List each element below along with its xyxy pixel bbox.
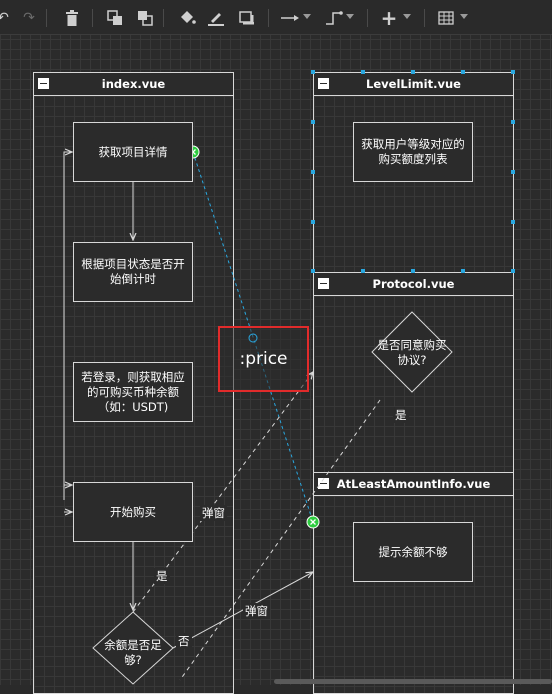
process-label: 若登录，则获取相应的可购买币种余额（如：USDT) (81, 369, 185, 414)
process-label: 提示余额不够 (378, 544, 448, 559)
edge-label-popup: 弹窗 (243, 603, 270, 619)
process-start-buy[interactable]: 开始购买 (73, 482, 193, 542)
decision-label-agree: 是否同意购买协议? (377, 338, 447, 367)
price-annotation-label: :price (239, 349, 288, 369)
process-level-list[interactable]: 获取用户等级对应的购买额度列表 (353, 122, 473, 182)
edge-waypoint-icon[interactable] (247, 332, 259, 344)
edge-label-popup: 弹窗 (200, 505, 227, 521)
process-label: 获取用户等级对应的购买额度列表 (361, 137, 465, 166)
edge-agree-yes[interactable] (179, 399, 381, 681)
edge-label-yes: 是 (154, 568, 170, 584)
edge-label-yes: 是 (393, 407, 409, 423)
process-login-balance[interactable]: 若登录，则获取相应的可购买币种余额（如：USDT) (73, 362, 193, 422)
decision-label-enough: 余额是否足够? (104, 638, 162, 667)
process-countdown[interactable]: 根据项目状态是否开始倒计时 (73, 242, 193, 302)
process-get-detail[interactable]: 获取项目详情 (73, 122, 193, 182)
process-label: 开始购买 (110, 504, 156, 519)
edge-loop-to-detail[interactable] (63, 152, 72, 500)
horizontal-scrollbar[interactable] (274, 679, 552, 684)
process-label: 获取项目详情 (98, 144, 168, 159)
process-label: 根据项目状态是否开始倒计时 (81, 257, 185, 286)
process-not-enough[interactable]: 提示余额不够 (353, 522, 473, 582)
price-annotation-box[interactable]: :price (218, 326, 309, 392)
edge-label-no: 否 (176, 633, 192, 649)
